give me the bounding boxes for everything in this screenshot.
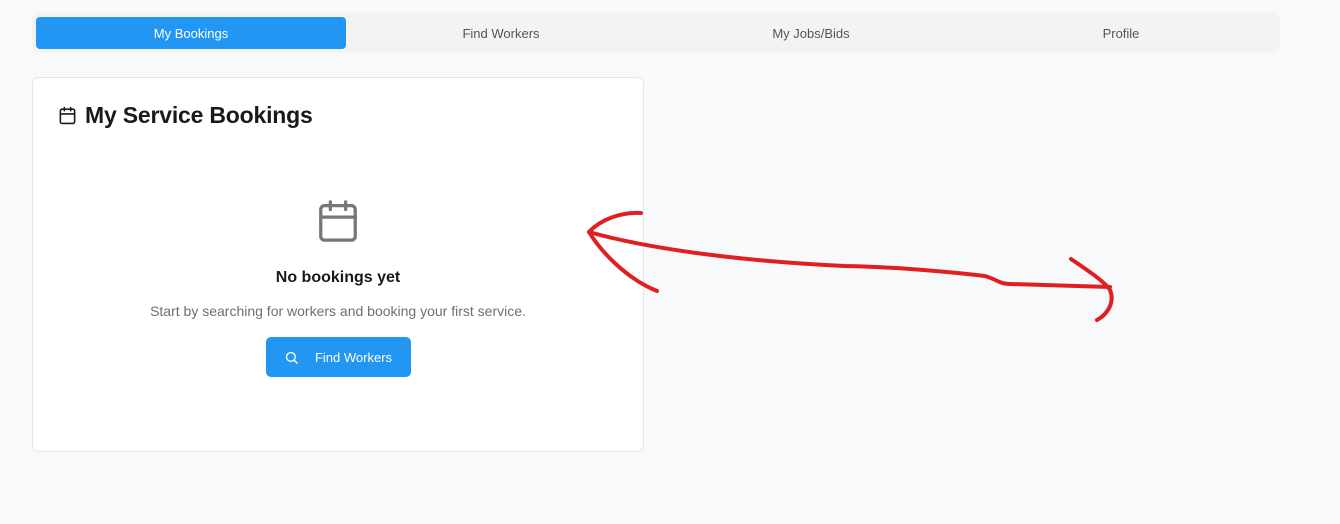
bookings-card: My Service Bookings No bookings yet Star… bbox=[32, 77, 644, 452]
calendar-icon bbox=[315, 198, 361, 249]
find-workers-button-label: Find Workers bbox=[314, 349, 393, 365]
empty-state: No bookings yet Start by searching for w… bbox=[33, 198, 643, 377]
empty-state-title: No bookings yet bbox=[275, 269, 401, 286]
calendar-icon bbox=[58, 106, 77, 125]
tab-my-bookings[interactable]: My Bookings bbox=[36, 17, 346, 49]
card-title: My Service Bookings bbox=[85, 102, 313, 128]
main-tabs: My Bookings Find Workers My Jobs/Bids Pr… bbox=[32, 13, 1280, 53]
empty-state-description: Start by searching for workers and booki… bbox=[150, 303, 526, 319]
tab-find-workers[interactable]: Find Workers bbox=[346, 17, 656, 49]
find-workers-button[interactable]: Find Workers bbox=[265, 337, 411, 377]
tab-profile[interactable]: Profile bbox=[966, 17, 1276, 49]
tab-my-jobs-bids[interactable]: My Jobs/Bids bbox=[656, 17, 966, 49]
card-header: My Service Bookings bbox=[58, 102, 313, 129]
search-icon bbox=[284, 350, 315, 365]
